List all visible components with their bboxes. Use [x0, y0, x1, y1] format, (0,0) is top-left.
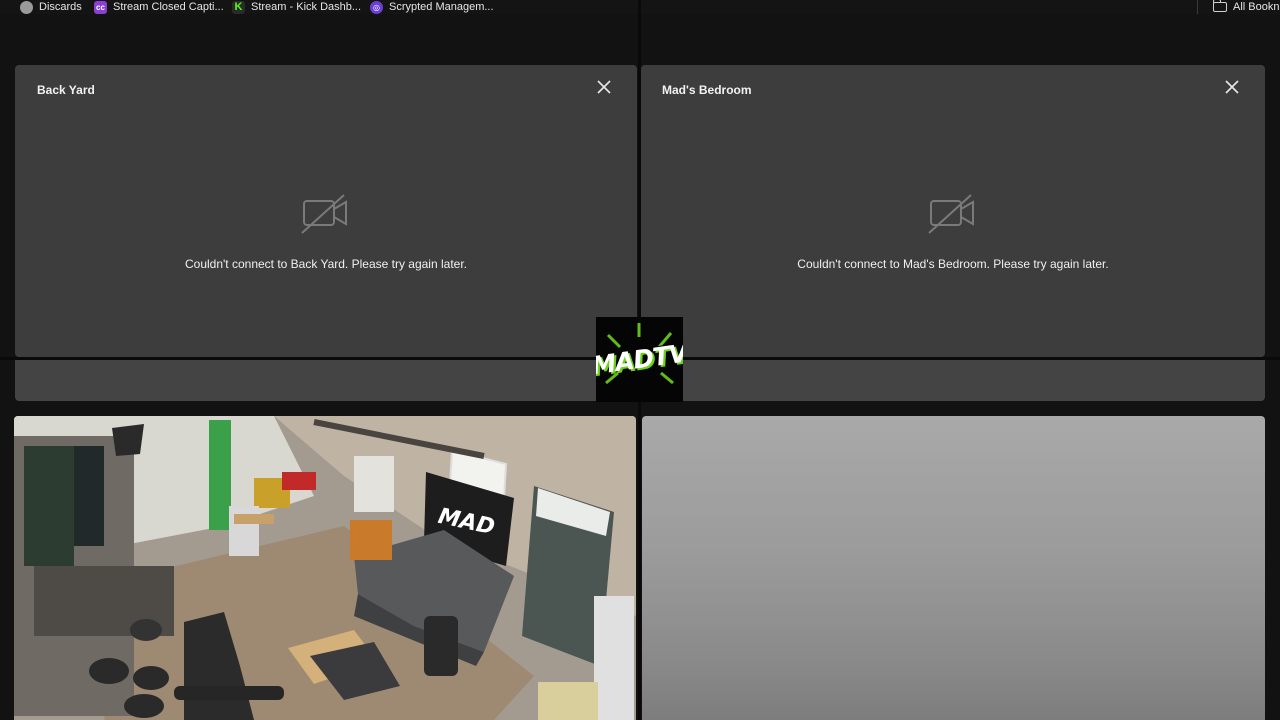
bookmark-closed-captions[interactable]: cc Stream Closed Capti...	[94, 0, 224, 14]
camera-off-icon	[928, 194, 974, 234]
grey-feed[interactable]	[642, 416, 1265, 720]
camera-off-icon	[301, 194, 347, 234]
camera-title: Mad's Bedroom	[662, 83, 752, 97]
room-scene: MAD	[14, 416, 636, 720]
kick-logo-icon: K	[232, 0, 245, 14]
bookmark-kick-dashboard[interactable]: K Stream - Kick Dashb...	[232, 0, 361, 14]
close-icon[interactable]	[595, 78, 613, 96]
camera-card-footer	[15, 360, 637, 401]
bookmark-label: Stream Closed Capti...	[113, 1, 224, 13]
camera-card-mads-bedroom: Mad's Bedroom Couldn't connect to Mad's …	[641, 65, 1265, 357]
bookmark-discards[interactable]: Discards	[20, 0, 82, 14]
captions-app-icon: cc	[94, 0, 107, 14]
bookmark-label: Scrypted Managem...	[389, 1, 494, 13]
camera-card-back-yard: Back Yard Couldn't connect to Back Yard.…	[15, 65, 637, 357]
connection-error-message: Couldn't connect to Mad's Bedroom. Pleas…	[797, 257, 1109, 271]
camera-title: Back Yard	[37, 83, 95, 97]
globe-icon	[20, 0, 33, 14]
madtv-logo: MADTV	[596, 317, 683, 402]
folder-icon	[1212, 0, 1227, 12]
close-icon[interactable]	[1223, 78, 1241, 96]
bookmark-label: Discards	[39, 1, 82, 13]
bookmark-scrypted[interactable]: ◎ Scrypted Managem...	[370, 0, 494, 14]
bookmarks-separator	[1197, 0, 1198, 14]
all-bookmarks-button[interactable]: All Bookn	[1212, 0, 1280, 14]
scrypted-icon: ◎	[370, 0, 383, 14]
all-bookmarks-label: All Bookn	[1233, 1, 1280, 13]
camera-card-footer	[641, 360, 1265, 401]
bookmark-label: Stream - Kick Dashb...	[251, 1, 362, 13]
connection-error-message: Couldn't connect to Back Yard. Please tr…	[184, 257, 467, 271]
living-room-feed[interactable]: MAD	[14, 416, 636, 720]
